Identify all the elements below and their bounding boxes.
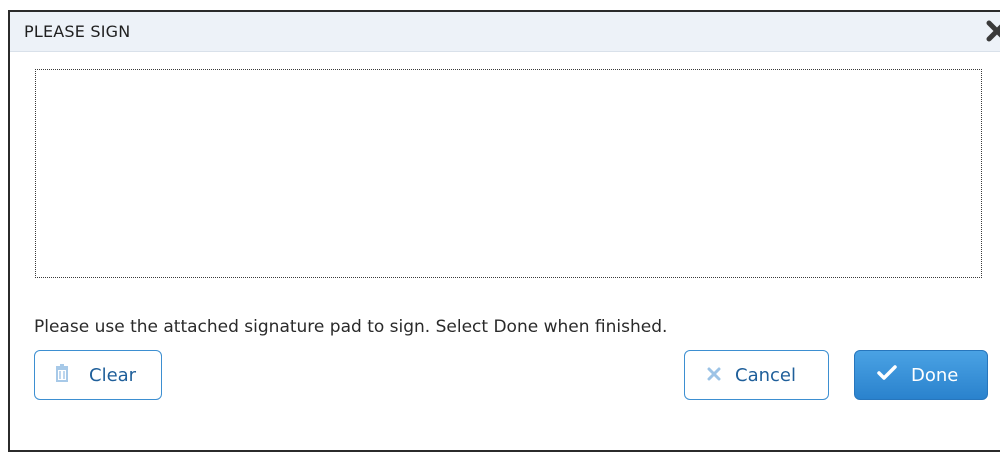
signature-pad[interactable] [35,69,982,278]
x-icon [707,365,721,386]
clear-button[interactable]: Clear [34,350,162,400]
done-label: Done [911,364,959,386]
top-backdrop [0,0,1000,10]
instruction-text: Please use the attached signature pad to… [34,317,668,337]
clear-label: Clear [89,364,137,386]
close-icon[interactable] [986,18,1000,44]
dialog-title: PLEASE SIGN [24,22,131,41]
trash-icon [55,363,69,387]
done-button[interactable]: Done [854,350,988,400]
checkmark-icon [877,364,897,386]
cancel-button[interactable]: Cancel [684,350,829,400]
signature-dialog: PLEASE SIGN Please use the attached sign… [8,10,1000,452]
dialog-titlebar: PLEASE SIGN [10,12,1000,52]
cancel-label: Cancel [735,364,796,386]
